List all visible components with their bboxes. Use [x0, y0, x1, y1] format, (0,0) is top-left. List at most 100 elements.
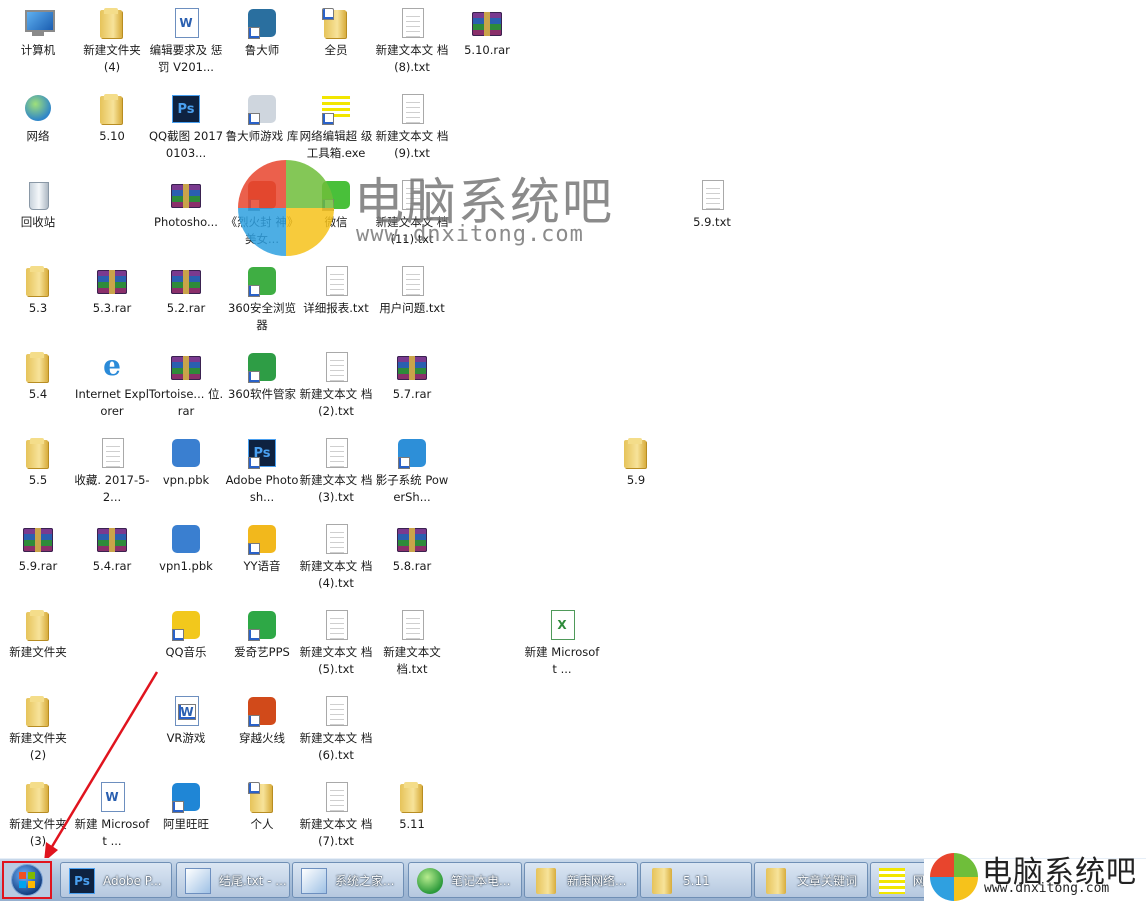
desktop-icon-rar-59[interactable]: 5.9.rar	[0, 522, 76, 575]
computer-icon	[21, 6, 55, 40]
desktop-icon-new-folder[interactable]: 新建文件夹	[0, 608, 76, 661]
desktop-icon-folder-511[interactable]: 5.11	[374, 780, 450, 833]
desktop-icon-txt-59[interactable]: 5.9.txt	[674, 178, 750, 231]
desktop-icon-360-browser[interactable]: 360安全浏览 器	[224, 264, 300, 334]
desktop-icon-folder-53[interactable]: 5.3	[0, 264, 76, 317]
desktop-icon-ludashi[interactable]: 鲁大师	[224, 6, 300, 59]
desktop-icon-shadow-system[interactable]: 影子系统 PowerSh...	[374, 436, 450, 506]
desktop-icon-vpn1-pbk[interactable]: vpn1.pbk	[148, 522, 224, 575]
desktop-icon-wechat[interactable]: 微信	[298, 178, 374, 231]
rar-icon	[169, 350, 203, 384]
desktop-icon-vpn-pbk[interactable]: vpn.pbk	[148, 436, 224, 489]
desktop-icon-folder-59[interactable]: 5.9	[598, 436, 674, 489]
desktop-icon-crossfire[interactable]: 穿越火线	[224, 694, 300, 747]
icon-label: 5.11	[399, 817, 425, 831]
desktop-icon-edit-requirements[interactable]: 编辑要求及 惩罚 V201...	[148, 6, 224, 76]
desktop-icon-folder-54[interactable]: 5.4	[0, 350, 76, 403]
desktop-icon-folder-55[interactable]: 5.5	[0, 436, 76, 489]
desktop: 计算机 新建文件夹 (4) 编辑要求及 惩罚 V201... 鲁大师 全员 新建…	[0, 0, 1146, 862]
rar-icon	[395, 522, 429, 556]
txt-icon	[395, 178, 429, 212]
icon-label: 新建文本文 档 (6).txt	[299, 731, 373, 762]
desktop-icon-iqiyi[interactable]: 爱奇艺PPS	[224, 608, 300, 661]
desktop-icon-txt-4[interactable]: 新建文本文 档 (4).txt	[298, 522, 374, 592]
folder-icon	[395, 780, 429, 814]
desktop-icon-new-folder-3[interactable]: 新建文件夹 (3)	[0, 780, 76, 850]
recycle-bin-icon	[21, 178, 55, 212]
desktop-icon-txt-9[interactable]: 新建文本文 档 (9).txt	[374, 92, 450, 162]
desktop-icon-network[interactable]: 网络	[0, 92, 76, 145]
corner-logo: 电脑系统吧 www.dnxitong.com	[924, 853, 1146, 901]
icon-label: 新建文本文 档 (3).txt	[299, 473, 373, 504]
desktop-icon-rar-510[interactable]: 5.10.rar	[449, 6, 525, 59]
folder-icon	[95, 6, 129, 40]
desktop-icon-ms-excel[interactable]: 新建 Microsoft ...	[524, 608, 600, 678]
desktop-icon-liehuo-game[interactable]: 《烈火封 神》美女...	[224, 178, 300, 248]
rar-icon	[169, 264, 203, 298]
desktop-icon-ms-word[interactable]: 新建 Microsoft ...	[74, 780, 150, 850]
icon-label: vpn.pbk	[162, 473, 210, 487]
desktop-icon-rar-58[interactable]: 5.8.rar	[374, 522, 450, 575]
desktop-icon-computer[interactable]: 计算机	[0, 6, 76, 59]
desktop-icon-qq-screenshot[interactable]: QQ截图 20170103...	[148, 92, 224, 162]
desktop-icon-rar-53[interactable]: 5.3.rar	[74, 264, 150, 317]
desktop-icon-aliwangwang[interactable]: 阿里旺旺	[148, 780, 224, 833]
desktop-icon-vr-game[interactable]: VR游戏	[148, 694, 224, 747]
desktop-icon-new-folder-2[interactable]: 新建文件夹 (2)	[0, 694, 76, 764]
desktop-icon-favorites-file[interactable]: 收藏. 2017-5-2...	[74, 436, 150, 506]
desktop-icon-rar-52[interactable]: 5.2.rar	[148, 264, 224, 317]
taskbar-item-xinkang-folder[interactable]: 新康网络...	[524, 862, 638, 898]
desktop-icon-txt-11[interactable]: 新建文本文 档 (11).txt	[374, 178, 450, 248]
taskbar-item-ending-txt[interactable]: 结尾.txt - ...	[176, 862, 290, 898]
desktop-icon-qq-music[interactable]: QQ音乐	[148, 608, 224, 661]
desktop-icon-network-editor-tool[interactable]: 网络编辑超 级工具箱.exe	[298, 92, 374, 162]
taskbar-item-xitongzhijia[interactable]: 系统之家...	[292, 862, 404, 898]
desktop-icon-txt-7[interactable]: 新建文本文 档 (7).txt	[298, 780, 374, 850]
desktop-icon-report-txt[interactable]: 详细报表.txt	[298, 264, 374, 317]
desktop-icon-rar-57[interactable]: 5.7.rar	[374, 350, 450, 403]
desktop-icon-txt-8[interactable]: 新建文本文 档 (8).txt	[374, 6, 450, 76]
folder-shortcut-icon	[245, 780, 279, 814]
desktop-icon-txt-6[interactable]: 新建文本文 档 (6).txt	[298, 694, 374, 764]
desktop-icon-quanyuan[interactable]: 全员	[298, 6, 374, 59]
desktop-icon-txt-3[interactable]: 新建文本文 档 (3).txt	[298, 436, 374, 506]
desktop-icon-folder-510[interactable]: 5.10	[74, 92, 150, 145]
desktop-icon-geren[interactable]: 个人	[224, 780, 300, 833]
icon-label: 鲁大师	[244, 43, 280, 57]
icon-label: 新建文本文 档 (4).txt	[299, 559, 373, 590]
icon-label: 新建文件夹 (4)	[83, 43, 141, 74]
taskbar-item-adobe-photoshop[interactable]: Ps Adobe P...	[60, 862, 172, 898]
desktop-icon-yy[interactable]: YY语音	[224, 522, 300, 575]
windows-logo-icon	[19, 872, 35, 888]
desktop-icon-rar-54[interactable]: 5.4.rar	[74, 522, 150, 575]
start-button[interactable]	[2, 861, 52, 899]
vpn-icon	[169, 522, 203, 556]
desktop-icon-new-folder-4[interactable]: 新建文件夹 (4)	[74, 6, 150, 76]
icon-label: 网络	[26, 129, 50, 143]
desktop-icon-txt-plain[interactable]: 新建文本文 档.txt	[374, 608, 450, 678]
taskbar: Ps Adobe P... 结尾.txt - ... 系统之家... 笔记本电.…	[0, 853, 1146, 901]
desktop-icon-internet-explorer[interactable]: Internet Explorer	[74, 350, 150, 420]
icon-label: 5.3	[28, 301, 48, 315]
desktop-icon-txt-5[interactable]: 新建文本文 档 (5).txt	[298, 608, 374, 678]
ie-icon	[95, 350, 129, 384]
folder-icon	[21, 436, 55, 470]
icon-label: 《烈火封 神》美女...	[225, 215, 299, 246]
desktop-icon-txt-2[interactable]: 新建文本文 档 (2).txt	[298, 350, 374, 420]
txt-icon	[319, 780, 353, 814]
rar-icon	[21, 522, 55, 556]
desktop-icon-recycle-bin[interactable]: 回收站	[0, 178, 76, 231]
taskbar-item-511-folder[interactable]: 5.11	[640, 862, 752, 898]
desktop-icon-user-questions-txt[interactable]: 用户问题.txt	[374, 264, 450, 317]
desktop-icon-360-software-manager[interactable]: 360软件管家	[224, 350, 300, 403]
desktop-icon-photosho-rar[interactable]: Photosho...	[148, 178, 224, 231]
taskbar-item-keywords-folder[interactable]: 文章关键词	[754, 862, 868, 898]
icon-label: 爱奇艺PPS	[234, 645, 290, 659]
desktop-icon-adobe-photoshop[interactable]: Adobe Photosh...	[224, 436, 300, 506]
folder-icon	[536, 868, 556, 894]
desktop-icon-ludashi-games[interactable]: 鲁大师游戏 库	[224, 92, 300, 145]
icon-label: 新建文本文 档 (7).txt	[299, 817, 373, 848]
taskbar-item-network-tool[interactable]: 网	[870, 862, 930, 898]
desktop-icon-tortoise-rar[interactable]: Tortoise... 位.rar	[148, 350, 224, 420]
taskbar-item-laptop-browser[interactable]: 笔记本电...	[408, 862, 522, 898]
